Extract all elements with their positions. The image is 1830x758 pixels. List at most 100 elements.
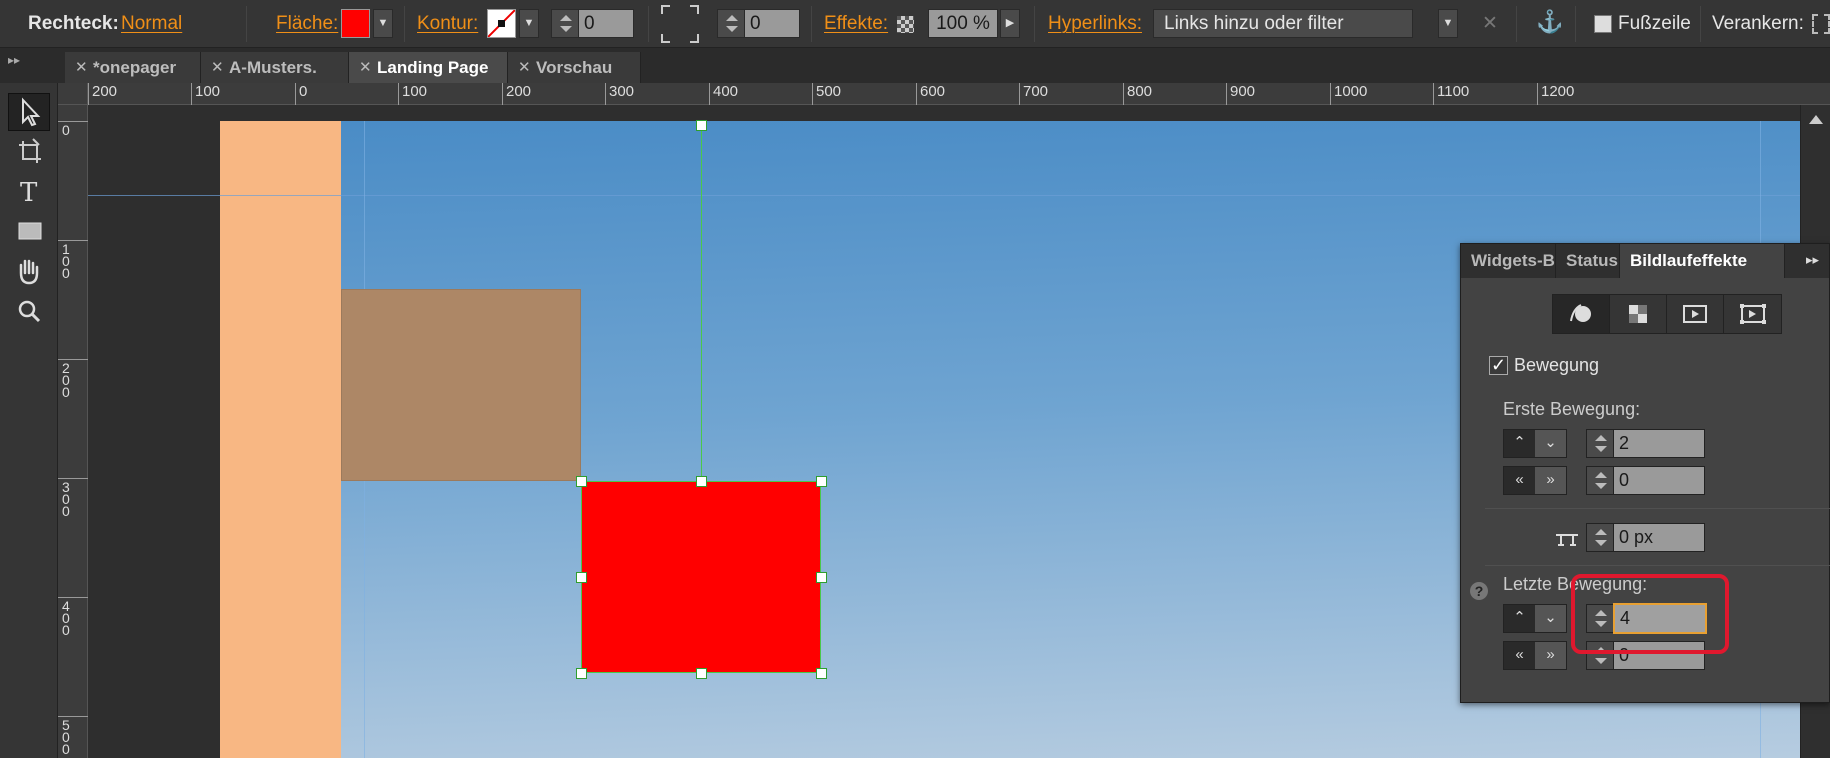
horizontal-guide[interactable]: [88, 195, 1830, 196]
clear-link-icon[interactable]: ✕: [1482, 12, 1498, 35]
ruler-tick-label: 200: [88, 83, 117, 105]
arrow-left-icon[interactable]: «: [1504, 467, 1535, 494]
adobe-edge-effect-button[interactable]: [1724, 295, 1781, 333]
stroke-width-stepper[interactable]: [551, 9, 579, 38]
vertical-ruler[interactable]: 0 1 0 0 2 0 0 3 0 0 4 0 0 5 0 0: [58, 105, 88, 758]
opacity-effect-button[interactable]: [1610, 295, 1667, 333]
hyperlinks-input[interactable]: Links hinzu oder filter: [1153, 9, 1413, 38]
rectangle-tool[interactable]: [8, 213, 50, 251]
last-vertical-direction-toggle[interactable]: ⌃ ⌄: [1503, 604, 1567, 633]
scroll-up-icon[interactable]: [1809, 115, 1823, 124]
last-horizontal-direction-toggle[interactable]: «»: [1503, 641, 1567, 670]
help-icon[interactable]: ?: [1470, 582, 1488, 600]
ruler-origin[interactable]: [58, 83, 88, 105]
motion-connector-line: [701, 125, 702, 481]
anchor-icon[interactable]: ⚓: [1536, 9, 1563, 35]
first-vertical-field[interactable]: 2: [1613, 429, 1705, 458]
key-position-stepper[interactable]: [1586, 523, 1614, 552]
fill-color-swatch[interactable]: [341, 9, 370, 38]
toolbar-divider: [1516, 6, 1517, 42]
opacity-icon: [897, 16, 914, 33]
selection-handle[interactable]: [816, 476, 827, 487]
selection-handle[interactable]: [696, 668, 707, 679]
first-horizontal-stepper[interactable]: [1586, 466, 1614, 495]
footer-checkbox[interactable]: [1594, 15, 1612, 33]
horizontal-ruler[interactable]: 200 100 0 100 200 300 400 500 600 700 80…: [88, 83, 1830, 105]
fill-dropdown-arrow[interactable]: ▼: [373, 9, 393, 38]
toolbar-divider: [648, 6, 649, 42]
panel-menu-icon[interactable]: ▸▸: [1806, 252, 1819, 268]
red-rectangle[interactable]: [581, 481, 821, 673]
arrow-right-icon[interactable]: »: [1535, 467, 1566, 494]
opacity-icon: [1629, 305, 1647, 323]
stroke-dropdown-arrow[interactable]: ▼: [519, 9, 539, 38]
opacity-field[interactable]: 100 %: [928, 9, 998, 38]
arrow-down-icon[interactable]: ⌄: [1535, 605, 1566, 632]
tab-vorschau[interactable]: ✕ Vorschau: [508, 52, 641, 83]
close-icon[interactable]: ✕: [518, 52, 531, 83]
tab-onepager[interactable]: ✕ *onepager: [65, 52, 201, 83]
crop-tool[interactable]: [8, 133, 50, 171]
scroll-effects-panel: Widgets-B Status Bildlaufeffekte ▸▸ ✓ Be…: [1460, 243, 1830, 703]
selection-handle[interactable]: [816, 668, 827, 679]
hyperlinks-label[interactable]: Hyperlinks:: [1048, 13, 1142, 35]
fill-label[interactable]: Fläche:: [276, 13, 338, 35]
tab-landing-page[interactable]: ✕ Landing Page: [349, 52, 508, 83]
corner-radius-stepper[interactable]: [717, 9, 745, 38]
state-link[interactable]: Normal: [121, 13, 182, 35]
selection-handle[interactable]: [696, 476, 707, 487]
text-tool[interactable]: T: [8, 173, 50, 211]
close-icon[interactable]: ✕: [211, 52, 224, 83]
motion-checkbox[interactable]: ✓: [1489, 356, 1508, 375]
tab-widgets-browser[interactable]: Widgets-B: [1461, 244, 1556, 278]
stroke-width-field[interactable]: 0: [578, 9, 634, 38]
collapse-panels-icon[interactable]: ▸▸: [8, 53, 20, 67]
selection-handle[interactable]: [696, 120, 707, 131]
motion-effect-button[interactable]: [1553, 295, 1610, 333]
key-position-icon: [1556, 534, 1578, 546]
anchor-grid-icon[interactable]: [1812, 14, 1830, 34]
ruler-tick-label: 500: [812, 83, 841, 105]
tab-scroll-effects[interactable]: Bildlaufeffekte: [1620, 244, 1785, 278]
tab-label: *onepager: [93, 58, 177, 77]
effects-label[interactable]: Effekte:: [824, 13, 888, 35]
tab-a-musters[interactable]: ✕ A-Musters.: [201, 52, 349, 83]
selection-handle[interactable]: [576, 476, 587, 487]
selection-handle[interactable]: [576, 572, 587, 583]
annotation-highlight-box: [1571, 574, 1729, 654]
selection-handle[interactable]: [816, 572, 827, 583]
slideshow-effect-button[interactable]: [1667, 295, 1724, 333]
key-position-field[interactable]: 0 px: [1613, 523, 1705, 552]
selection-handle[interactable]: [576, 668, 587, 679]
hand-tool[interactable]: [8, 253, 50, 291]
hyperlinks-dropdown-arrow[interactable]: ▼: [1438, 9, 1458, 38]
arrow-up-icon[interactable]: ⌃: [1504, 605, 1535, 632]
first-vertical-direction-toggle[interactable]: ⌃ ⌄: [1503, 429, 1567, 458]
ruler-tick-label: 1100: [1433, 83, 1469, 105]
footer-label: Fußzeile: [1618, 13, 1691, 34]
corner-radius-field[interactable]: 0: [744, 9, 800, 38]
svg-text:T: T: [20, 178, 38, 208]
brown-rectangle[interactable]: [341, 289, 581, 481]
first-horizontal-direction-toggle[interactable]: «»: [1503, 466, 1567, 495]
close-icon[interactable]: ✕: [359, 52, 372, 83]
selection-tool[interactable]: [8, 93, 50, 131]
stroke-color-swatch[interactable]: [487, 9, 516, 38]
close-icon[interactable]: ✕: [75, 52, 88, 83]
arrow-left-icon[interactable]: «: [1504, 642, 1535, 669]
panel-divider: [1485, 565, 1830, 566]
tab-status[interactable]: Status: [1556, 244, 1620, 278]
arrow-right-icon[interactable]: »: [1535, 642, 1566, 669]
opacity-slider-arrow[interactable]: ▶: [1000, 9, 1020, 38]
anchor-label: Verankern:: [1712, 13, 1804, 34]
arrow-up-icon[interactable]: ⌃: [1504, 430, 1535, 457]
zoom-tool[interactable]: [8, 293, 50, 331]
arrow-down-icon[interactable]: ⌄: [1535, 430, 1566, 457]
first-horizontal-field[interactable]: 0: [1613, 466, 1705, 495]
ruler-tick-label: 0: [58, 121, 88, 137]
first-vertical-stepper[interactable]: [1586, 429, 1614, 458]
ruler-tick-label: 300: [605, 83, 634, 105]
ruler-tick-label: 400: [709, 83, 738, 105]
stroke-label[interactable]: Kontur:: [417, 13, 478, 35]
ruler-tick-label: 3 0 0: [58, 478, 88, 518]
